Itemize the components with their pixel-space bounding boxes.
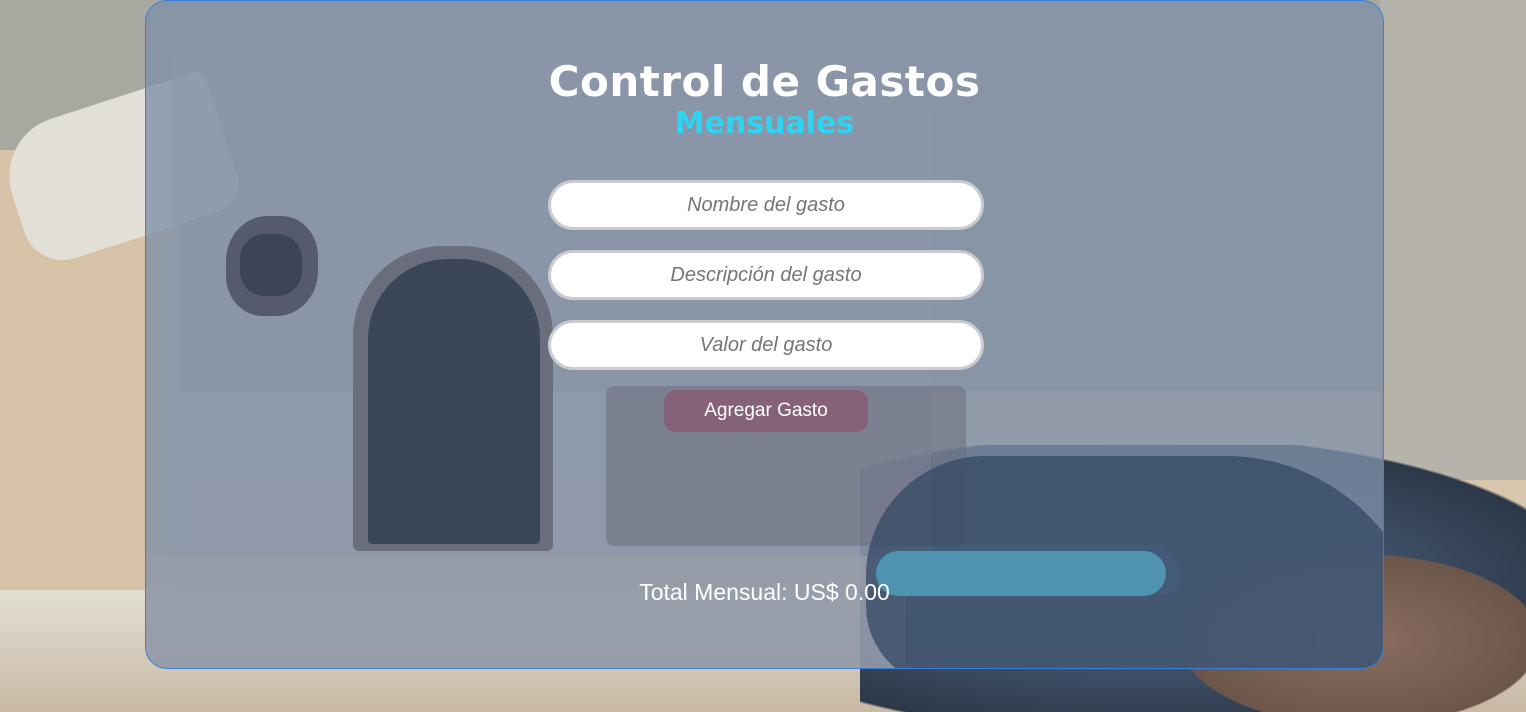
page-title: Control de Gastos: [548, 57, 981, 106]
panel-content: Control de Gastos Mensuales Agregar Gast…: [146, 1, 1383, 668]
expense-panel: Control de Gastos Mensuales Agregar Gast…: [145, 0, 1384, 669]
monthly-total: Total Mensual: US$ 0.00: [639, 579, 890, 605]
page-subtitle: Mensuales: [674, 106, 855, 141]
background-side-wall: [1380, 0, 1526, 480]
expense-name-input[interactable]: [548, 180, 984, 230]
expense-value-input[interactable]: [548, 320, 984, 370]
add-expense-button[interactable]: Agregar Gasto: [664, 390, 868, 432]
expense-description-input[interactable]: [548, 250, 984, 300]
